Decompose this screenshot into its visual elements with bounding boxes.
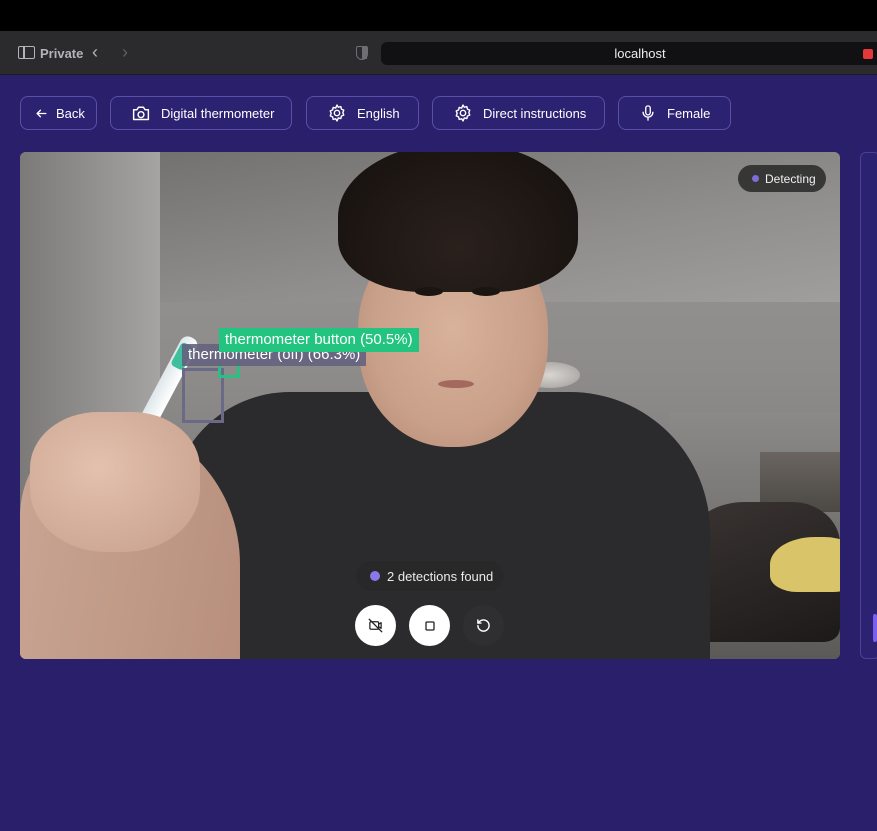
url-text: localhost xyxy=(614,46,666,61)
device-label: Digital thermometer xyxy=(161,105,275,121)
arrow-left-icon xyxy=(36,109,47,117)
gear-icon xyxy=(455,104,471,122)
browser-back-icon[interactable]: ‹ xyxy=(92,42,98,62)
detection-dot-icon xyxy=(370,571,380,581)
person-eye xyxy=(415,287,443,296)
person-eye xyxy=(472,287,500,296)
side-panel xyxy=(860,152,877,659)
detection-label: thermometer button (50.5%) xyxy=(219,328,419,352)
camera-icon xyxy=(132,106,150,121)
detections-summary-badge: 2 detections found xyxy=(356,561,504,591)
voice-select-button[interactable]: Female xyxy=(618,96,731,130)
recording-indicator-icon xyxy=(863,49,873,59)
side-panel-accent xyxy=(873,614,877,642)
reset-button[interactable] xyxy=(463,605,504,646)
gear-icon xyxy=(329,104,345,122)
video-off-icon xyxy=(368,618,383,633)
camera-feed: thermometer (off) (66.3%) thermometer bu… xyxy=(20,152,840,659)
instruction-mode-label: Direct instructions xyxy=(483,105,587,121)
language-label: English xyxy=(357,105,400,121)
privacy-shield-icon[interactable] xyxy=(356,46,368,60)
back-button[interactable]: Back xyxy=(20,96,97,130)
microphone-icon xyxy=(642,105,654,121)
voice-label: Female xyxy=(667,105,711,121)
status-badge: Detecting xyxy=(738,165,826,192)
camera-off-button[interactable] xyxy=(355,605,396,646)
os-menu-bar xyxy=(0,0,877,31)
person-hand xyxy=(30,412,200,552)
browser-forward-icon[interactable]: › xyxy=(122,42,128,62)
scene-pillow xyxy=(770,537,840,592)
person-hair xyxy=(338,152,578,292)
rotate-ccw-icon xyxy=(477,619,490,632)
private-mode-label: Private xyxy=(40,46,84,61)
device-select-button[interactable]: Digital thermometer xyxy=(110,96,292,130)
address-bar[interactable]: localhost xyxy=(381,42,877,65)
back-label: Back xyxy=(56,105,85,121)
instruction-mode-button[interactable]: Direct instructions xyxy=(432,96,605,130)
stop-icon xyxy=(424,620,435,631)
person-mouth xyxy=(438,380,474,388)
sidebar-toggle-icon[interactable] xyxy=(18,46,35,59)
detections-summary-text: 2 detections found xyxy=(387,569,494,584)
status-text: Detecting xyxy=(765,172,816,186)
language-select-button[interactable]: English xyxy=(306,96,419,130)
stop-button[interactable] xyxy=(409,605,450,646)
status-dot-icon xyxy=(752,175,759,182)
